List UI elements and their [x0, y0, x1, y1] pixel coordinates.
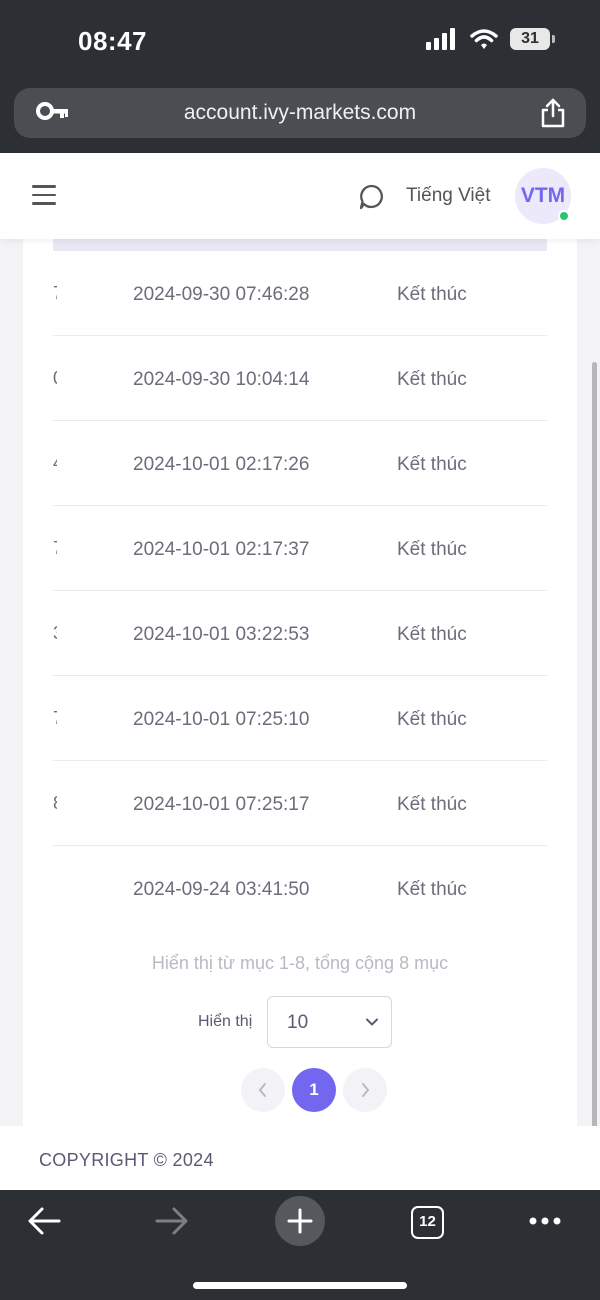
table-row: 3 2024-10-01 03:22:53 Kết thúc [53, 591, 547, 676]
cell-date: 2024-09-30 10:04:14 [133, 369, 310, 390]
cell-status: Kết thúc [397, 879, 467, 900]
cell-id-clipped: 3 [53, 623, 57, 644]
tabs-button[interactable]: 12 [411, 1206, 444, 1239]
home-indicator [193, 1282, 407, 1289]
cell-status: Kết thúc [397, 709, 467, 730]
table-row: 8 2024-10-01 07:25:17 Kết thúc [53, 761, 547, 846]
chevron-left-icon [258, 1083, 266, 1097]
cell-date: 2024-10-01 07:25:17 [133, 794, 310, 815]
url-text: account.ivy-markets.com [183, 101, 417, 124]
cell-status: Kết thúc [397, 794, 467, 815]
cell-id-clipped: 7 [53, 538, 57, 559]
table-row: 7 2024-09-30 07:46:28 Kết thúc [53, 251, 547, 336]
signal-icon [426, 28, 455, 50]
cell-date: 2024-10-01 07:25:10 [133, 709, 310, 730]
language-selector[interactable]: Tiếng Việt [406, 185, 491, 207]
per-page-select[interactable]: 10 [267, 996, 392, 1048]
page-scrollbar[interactable] [592, 362, 597, 1172]
wifi-icon [470, 29, 498, 49]
cell-id-clipped: 7 [53, 708, 57, 729]
per-page-label: Hiển thị [198, 1013, 253, 1030]
cell-status: Kết thúc [397, 369, 467, 390]
cell-id-clipped: 4 [53, 453, 57, 474]
cell-status: Kết thúc [397, 454, 467, 475]
copyright-text: COPYRIGHT © 2024 [39, 1150, 214, 1170]
forward-arrow-icon[interactable] [154, 1206, 190, 1236]
table-header [53, 239, 547, 251]
more-icon[interactable] [528, 1216, 562, 1226]
browser-url-area: account.ivy-markets.com [0, 80, 600, 153]
plus-icon [287, 1208, 313, 1234]
per-page-value: 10 [287, 1012, 309, 1033]
menu-icon[interactable] [32, 185, 56, 205]
battery-icon: 31 [510, 28, 555, 50]
table-row: 2024-09-24 03:41:50 Kết thúc [53, 846, 547, 931]
status-time: 08:47 [78, 26, 147, 56]
ios-status-bar: 08:47 31 [0, 0, 600, 80]
cell-date: 2024-10-01 02:17:37 [133, 539, 310, 560]
address-bar[interactable]: account.ivy-markets.com [14, 88, 586, 138]
cell-status: Kết thúc [397, 284, 467, 305]
cell-date: 2024-09-30 07:46:28 [133, 284, 310, 305]
prev-page-button[interactable] [241, 1068, 285, 1112]
chevron-right-icon [362, 1083, 370, 1097]
table-row: 4 2024-10-01 02:17:26 Kết thúc [53, 421, 547, 506]
page-button-1[interactable]: 1 [292, 1068, 336, 1112]
status-icons: 31 [426, 28, 555, 50]
next-page-button[interactable] [343, 1068, 387, 1112]
cell-date: 2024-10-01 03:22:53 [133, 624, 310, 645]
cell-id-clipped: 0 [53, 368, 57, 389]
share-icon[interactable] [540, 98, 566, 128]
avatar-initials: VTM [520, 184, 566, 207]
back-arrow-icon[interactable] [26, 1206, 62, 1236]
history-card: 7 2024-09-30 07:46:28 Kết thúc 0 2024-09-30 … [23, 239, 577, 1126]
cell-id-clipped: 8 [53, 793, 57, 814]
cell-date: 2024-10-01 02:17:26 [133, 454, 310, 475]
cell-status: Kết thúc [397, 624, 467, 645]
pagination-summary: Hiển thị từ mục 1-8, tổng cộng 8 mục [151, 953, 449, 973]
pagination: 1 [241, 1068, 387, 1112]
app-header: Tiếng Việt VTM [0, 153, 600, 239]
table-row: 0 2024-09-30 10:04:14 Kết thúc [53, 336, 547, 421]
browser-toolbar: 12 [0, 1190, 600, 1300]
table-row: 7 2024-10-01 02:17:37 Kết thúc [53, 506, 547, 591]
chat-icon[interactable] [358, 183, 386, 211]
avatar[interactable]: VTM [515, 168, 571, 224]
cell-status: Kết thúc [397, 539, 467, 560]
table-row: 7 2024-10-01 07:25:10 Kết thúc [53, 676, 547, 761]
new-tab-button[interactable] [275, 1196, 325, 1246]
cell-date: 2024-09-24 03:41:50 [133, 879, 310, 900]
chevron-down-icon [366, 1018, 378, 1026]
footer: COPYRIGHT © 2024 [0, 1126, 600, 1190]
cell-id-clipped: 7 [53, 283, 57, 304]
online-status-dot [558, 210, 570, 222]
